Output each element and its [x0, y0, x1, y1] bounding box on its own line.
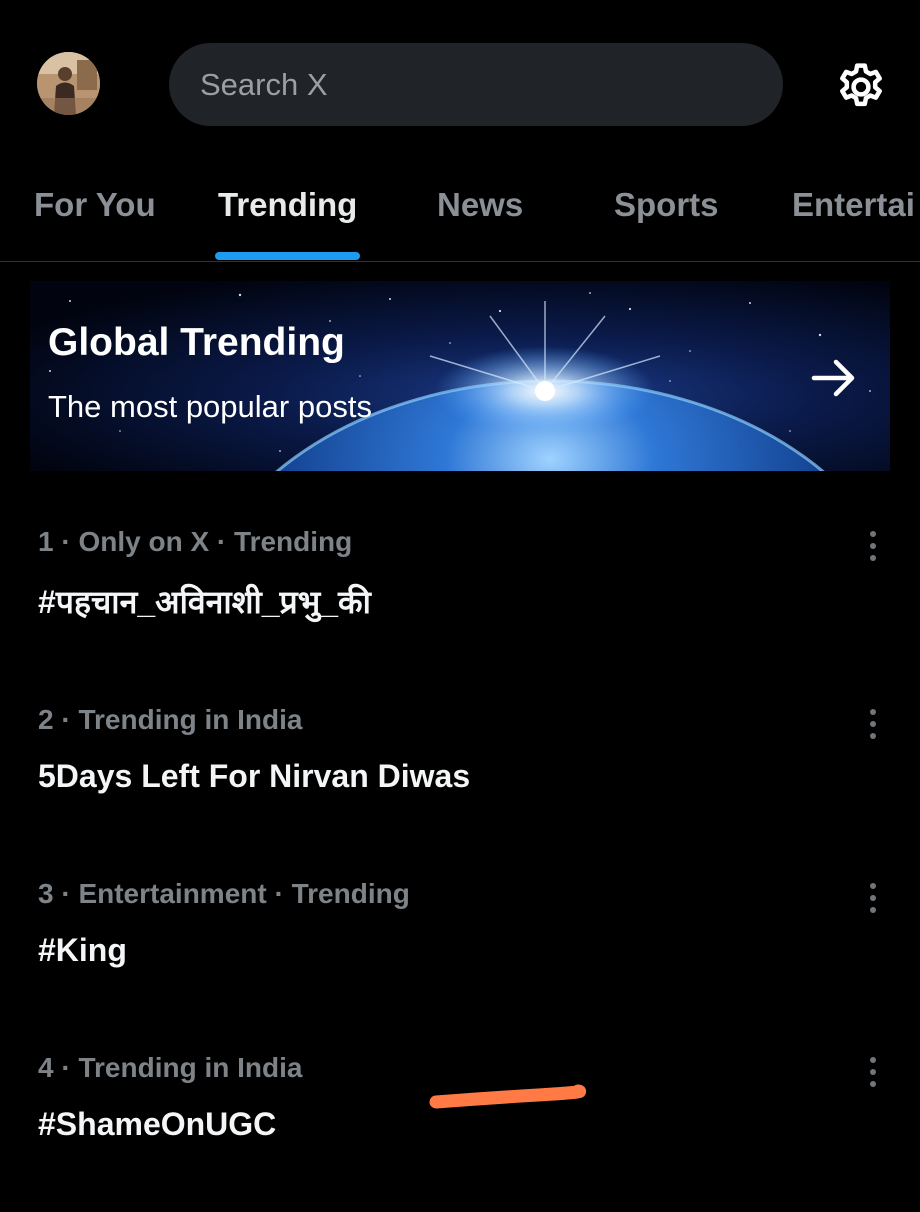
arrow-right-icon — [811, 359, 855, 397]
trend-item[interactable]: 1 · Only on X · Trending #पहचान_अविनाशी_… — [0, 526, 920, 686]
trend-title: #ShameOnUGC — [38, 1106, 277, 1142]
banner-subtitle: The most popular posts — [48, 389, 372, 424]
tab-bar: For You Trending News Sports Entertai — [0, 150, 920, 262]
annotation-highlight-stroke — [429, 1084, 587, 1109]
trend-title: #King — [38, 932, 127, 968]
active-tab-indicator — [215, 252, 360, 260]
tab-for-you[interactable]: For You — [34, 186, 156, 224]
avatar-photo — [37, 52, 100, 115]
tab-news[interactable]: News — [437, 186, 523, 224]
tab-trending[interactable]: Trending — [218, 186, 357, 224]
tab-sports[interactable]: Sports — [614, 186, 719, 224]
search-bar[interactable] — [169, 43, 783, 126]
trend-item[interactable]: 2 · Trending in India 5Days Left For Nir… — [0, 704, 920, 864]
trend-title: 5Days Left For Nirvan Diwas — [38, 758, 471, 794]
tab-entertainment[interactable]: Entertai — [792, 186, 915, 224]
gear-icon — [840, 63, 882, 107]
trend-item[interactable]: 3 · Entertainment · Trending #King — [0, 878, 920, 1038]
global-trending-banner[interactable]: Global Trending The most popular posts — [30, 281, 890, 471]
trend-meta: 4 · Trending in India — [38, 1052, 303, 1083]
trend-item[interactable]: 4 · Trending in India #ShameOnUGC — [0, 1052, 920, 1212]
earth-space-image — [30, 281, 890, 471]
more-options-icon[interactable] — [860, 704, 886, 744]
more-options-icon[interactable] — [860, 1052, 886, 1092]
trend-meta: 2 · Trending in India — [38, 704, 303, 735]
trend-meta: 1 · Only on X · Trending — [38, 526, 353, 557]
settings-button[interactable] — [834, 60, 888, 114]
more-options-icon[interactable] — [860, 526, 886, 566]
trend-title: #पहचान_अविनाशी_प्रभु_की — [38, 584, 371, 620]
more-options-icon[interactable] — [860, 878, 886, 918]
avatar[interactable] — [37, 52, 100, 115]
search-input[interactable] — [198, 65, 783, 104]
trend-meta: 3 · Entertainment · Trending — [38, 878, 410, 909]
banner-title: Global Trending — [48, 321, 345, 364]
